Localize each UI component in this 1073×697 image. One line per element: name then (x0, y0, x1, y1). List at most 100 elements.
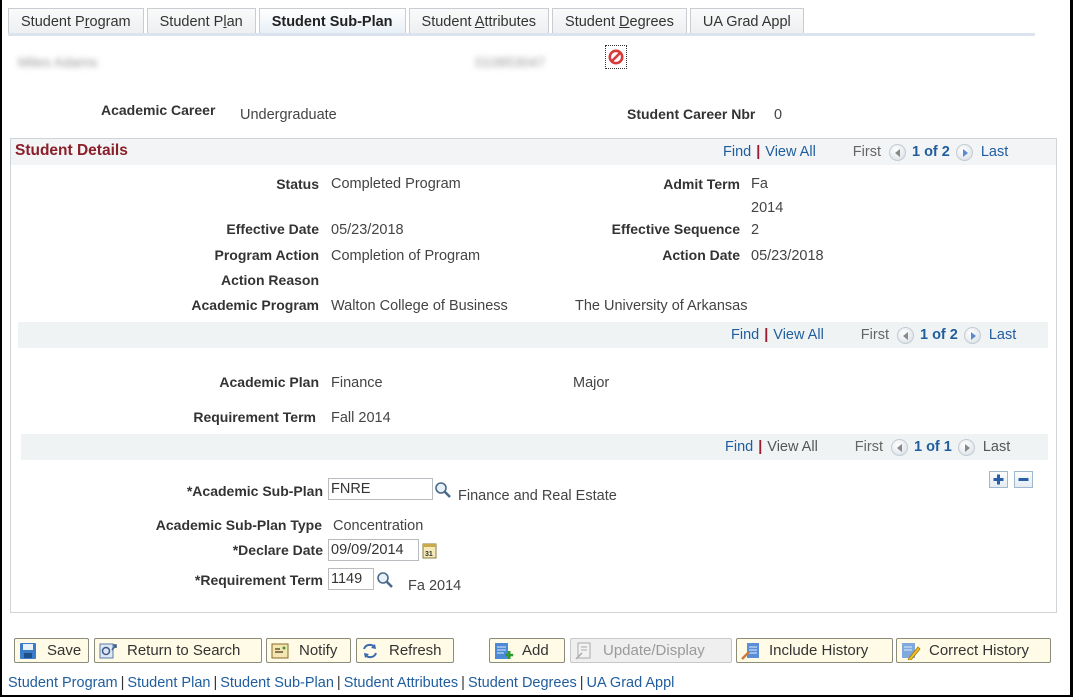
plan-last-link[interactable]: Last (989, 327, 1016, 343)
plan-prev-arrow-icon[interactable] (896, 326, 914, 344)
plan-nav: Find | View All First 1 of 2 Last (731, 326, 1017, 344)
tab-student-degrees[interactable]: Student Degrees (552, 8, 687, 35)
correct-history-icon (901, 642, 921, 660)
footer-link-student-plan[interactable]: Student Plan (127, 675, 210, 691)
refresh-button[interactable]: Refresh (356, 638, 454, 663)
footer-link-student-program[interactable]: Student Program (8, 675, 118, 691)
student-name: Miles Adams (18, 54, 98, 70)
student-details-group: Student Details Find | View All First 1 of… (10, 138, 1057, 613)
save-button[interactable]: Save (14, 638, 89, 663)
student-details-header: Student Details Find | View All First 1 of… (11, 139, 1056, 165)
status-label: Status (276, 176, 319, 192)
update-display-button[interactable]: Update/Display (570, 638, 732, 663)
add-button[interactable]: Add (489, 638, 565, 663)
subplan-last-label: Last (982, 439, 1011, 455)
tab-student-program[interactable]: Student Program (8, 8, 144, 35)
tab-student-sub-plan[interactable]: Student Sub-Plan (258, 8, 406, 35)
admit-term-value: Fa (751, 176, 768, 192)
subplan-lookup-icon[interactable] (434, 481, 452, 502)
plan-nav-band: Find | View All First 1 of 2 Last (18, 322, 1048, 348)
academic-institution-value: The University of Arkansas (575, 298, 748, 314)
include-history-button[interactable]: Include History (736, 638, 893, 663)
footer-link-ua-grad-appl[interactable]: UA Grad Appl (587, 675, 675, 691)
last-link[interactable]: Last (981, 144, 1008, 160)
next-arrow-icon[interactable] (955, 143, 973, 161)
tab-student-plan[interactable]: Student Plan (146, 8, 256, 35)
action-date-label: Action Date (662, 247, 740, 263)
include-history-icon (741, 642, 761, 660)
requirement-term-input[interactable] (328, 568, 374, 590)
subplan-label: *Academic Sub-Plan (186, 483, 323, 499)
prev-arrow-icon[interactable] (888, 143, 906, 161)
student-details-title: Student Details (15, 142, 128, 159)
declare-date-label: *Declare Date (232, 542, 323, 558)
req-term-description: Fa 2014 (408, 578, 462, 594)
declare-date-input[interactable] (328, 539, 419, 561)
row-count: 1 of 2 (911, 144, 950, 160)
student-id: 010853047 (475, 54, 546, 70)
academic-career-value: Undergraduate (240, 107, 337, 123)
tab-ua-grad-appl[interactable]: UA Grad Appl (689, 8, 804, 35)
effective-sequence-value: 2 (751, 222, 760, 238)
notify-button[interactable]: Notify (266, 638, 351, 663)
add-row-button[interactable] (989, 471, 1008, 488)
subplan-find-link[interactable]: Find (725, 439, 753, 455)
footer-link-student-sub-plan[interactable]: Student Sub-Plan (220, 675, 334, 691)
page-frame: Student Program Student Plan Student Sub… (2, 0, 1070, 695)
save-icon (19, 642, 39, 660)
correct-history-button[interactable]: Correct History (896, 638, 1051, 663)
action-date-value: 05/23/2018 (751, 248, 824, 264)
plan-next-arrow-icon[interactable] (963, 326, 981, 344)
career-nbr-value: 0 (774, 107, 783, 123)
status-value: Completed Program (331, 176, 461, 192)
subplan-row-count: 1 of 1 (913, 439, 952, 455)
academic-plan-value: Finance (331, 375, 383, 391)
plan-requirement-term-label: Requirement Term (193, 409, 316, 425)
subplan-prev-arrow-icon (890, 438, 908, 456)
academic-program-label: Academic Program (191, 297, 319, 313)
delete-row-button[interactable] (1014, 471, 1033, 488)
first-label[interactable]: First (853, 144, 881, 160)
footer-link-student-degrees[interactable]: Student Degrees (468, 675, 577, 691)
subplan-type-value: Concentration (333, 518, 424, 534)
footer-link-student-attributes[interactable]: Student Attributes (344, 675, 458, 691)
plan-requirement-term-value: Fall 2014 (331, 410, 391, 426)
student-details-nav: Find | View All First 1 of 2 Last (723, 143, 1009, 161)
find-link[interactable]: Find (723, 144, 751, 160)
academic-career-label: Academic Career (101, 102, 216, 118)
subplan-type-label: Academic Sub-Plan Type (155, 517, 322, 533)
subplan-view-all: View All (767, 439, 818, 455)
admit-term-label: Admit Term (663, 176, 740, 192)
prohibited-icon[interactable] (605, 45, 627, 69)
subplan-next-arrow-icon (957, 438, 975, 456)
plan-row-count: 1 of 2 (919, 327, 958, 343)
add-icon (494, 642, 514, 660)
view-all-link[interactable]: View All (765, 144, 816, 160)
tab-underline (8, 33, 1035, 36)
program-action-label: Program Action (214, 247, 320, 263)
plan-view-all-link[interactable]: View All (773, 327, 824, 343)
subplan-req-term-label: *Requirement Term (194, 572, 323, 588)
academic-program-value: Walton College of Business (331, 298, 508, 314)
tab-student-attributes[interactable]: Student Attributes (408, 8, 550, 35)
program-action-value: Completion of Program (331, 248, 481, 264)
update-display-icon (575, 642, 595, 660)
refresh-icon (361, 642, 381, 660)
academic-subplan-input[interactable] (328, 478, 433, 500)
effective-sequence-label: Effective Sequence (611, 221, 740, 237)
svg-text:31: 31 (425, 551, 433, 558)
plan-first-label[interactable]: First (861, 327, 889, 343)
effective-date-value: 05/23/2018 (331, 222, 404, 238)
admit-term-year: 2014 (751, 200, 784, 216)
tab-bar: Student Program Student Plan Student Sub… (8, 8, 807, 35)
subplan-nav-band: Find | View All First 1 of 1 Last (21, 434, 1048, 460)
action-reason-label: Action Reason (220, 272, 319, 288)
req-term-lookup-icon[interactable] (376, 571, 394, 592)
return-to-search-button[interactable]: Return to Search (94, 638, 262, 663)
subplan-first-label: First (854, 439, 883, 455)
academic-plan-label: Academic Plan (219, 374, 319, 390)
plan-find-link[interactable]: Find (731, 327, 759, 343)
subplan-nav: Find | View All First 1 of 1 Last (725, 438, 1011, 456)
calendar-icon[interactable]: 31 (422, 542, 438, 562)
effective-date-label: Effective Date (226, 221, 319, 237)
